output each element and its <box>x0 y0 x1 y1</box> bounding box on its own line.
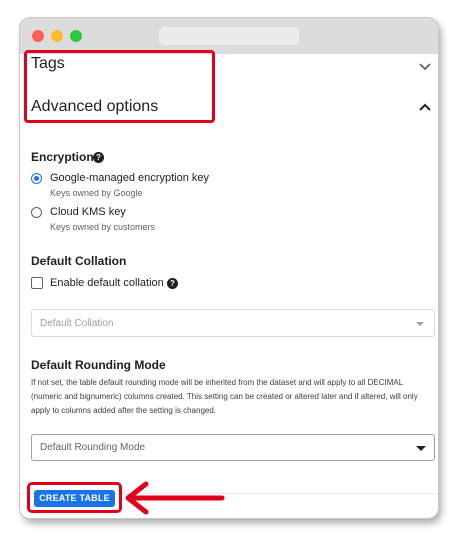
default-rounding-mode-description: If not set, the table default rounding m… <box>31 378 418 415</box>
cloud-kms-key-sublabel: Keys owned by customers <box>50 222 156 232</box>
create-table-panel: Tags Advanced options Encryption ? Googl… <box>20 54 438 518</box>
enable-default-collation-label[interactable]: Enable default collation <box>50 277 164 289</box>
encryption-label: Encryption <box>31 150 94 164</box>
cloud-kms-key-radio[interactable] <box>31 207 42 218</box>
tags-advanced-highlight-box <box>24 50 215 123</box>
enable-default-collation-checkbox[interactable] <box>31 277 43 289</box>
maximize-window-button[interactable] <box>70 30 82 42</box>
google-managed-key-radio[interactable] <box>31 173 42 184</box>
default-rounding-mode-placeholder: Default Rounding Mode <box>40 442 146 453</box>
arrow-left-icon <box>125 481 225 515</box>
help-circle-icon[interactable]: ? <box>93 152 104 163</box>
google-managed-key-label[interactable]: Google-managed encryption key <box>50 172 209 184</box>
address-bar[interactable] <box>159 27 299 45</box>
dropdown-arrow-icon <box>416 322 424 326</box>
default-collation-select[interactable]: Default Collation <box>31 309 435 337</box>
google-managed-key-sublabel: Keys owned by Google <box>50 188 143 198</box>
close-window-button[interactable] <box>32 30 44 42</box>
help-circle-icon[interactable]: ? <box>167 278 178 289</box>
default-collation-label: Default Collation <box>31 254 127 268</box>
cloud-kms-key-label[interactable]: Cloud KMS key <box>50 206 126 218</box>
default-rounding-mode-label: Default Rounding Mode <box>31 358 166 372</box>
dropdown-arrow-icon <box>416 446 426 451</box>
minimize-window-button[interactable] <box>51 30 63 42</box>
chevron-up-icon[interactable] <box>417 100 433 116</box>
chevron-down-icon[interactable] <box>417 58 433 74</box>
create-table-highlight-box <box>27 482 122 513</box>
default-collation-placeholder: Default Collation <box>40 318 114 329</box>
title-bar <box>20 18 438 54</box>
default-rounding-mode-select[interactable]: Default Rounding Mode <box>31 434 435 461</box>
